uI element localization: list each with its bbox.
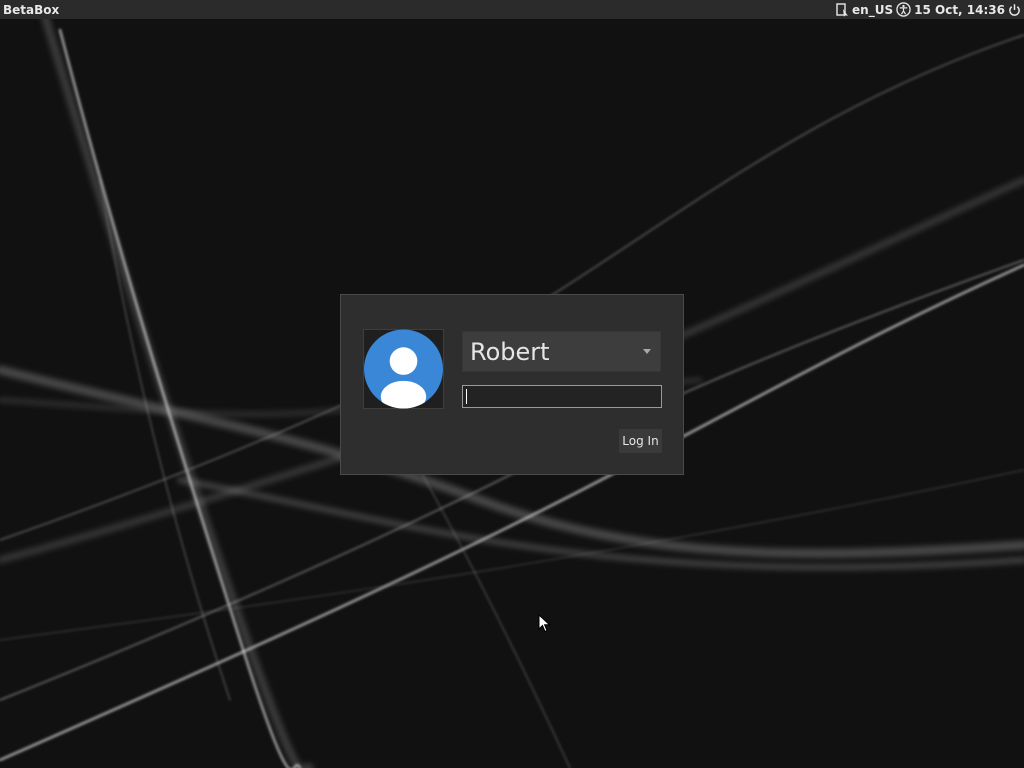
user-select-dropdown[interactable]: Robert xyxy=(462,331,661,372)
chevron-down-icon xyxy=(643,349,651,354)
login-panel: Robert Log In xyxy=(340,294,684,475)
session-indicator-icon[interactable] xyxy=(836,2,849,17)
password-field[interactable] xyxy=(462,385,662,408)
clock[interactable]: 15 Oct, 14:36 xyxy=(914,3,1005,17)
login-button[interactable]: Log In xyxy=(619,429,662,453)
default-user-avatar-icon xyxy=(364,329,443,409)
accessibility-icon[interactable] xyxy=(896,2,911,17)
selected-user-name: Robert xyxy=(470,337,550,366)
keyboard-layout-indicator[interactable]: en_US xyxy=(852,3,893,17)
hostname-label: BetaBox xyxy=(3,2,60,17)
top-panel: BetaBox en_US 15 Oct, 14:36 xyxy=(0,0,1024,19)
indicator-area: en_US 15 Oct, 14:36 xyxy=(836,2,1024,17)
mouse-pointer-icon xyxy=(538,614,551,633)
avatar xyxy=(363,329,444,409)
power-icon[interactable] xyxy=(1008,3,1021,17)
text-caret xyxy=(466,389,467,404)
